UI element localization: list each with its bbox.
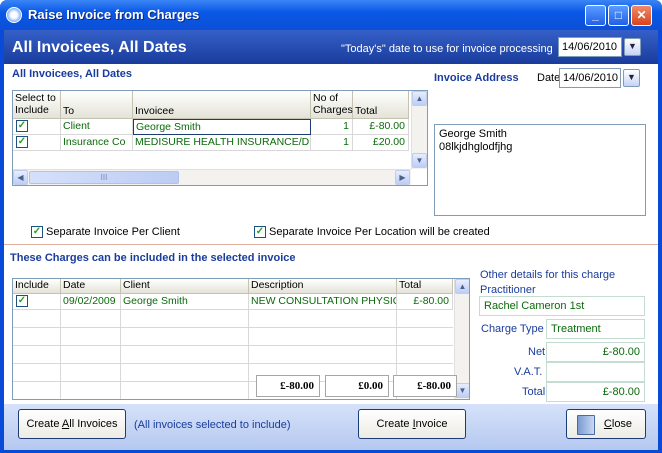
vat-label: V.A.T. bbox=[514, 366, 543, 378]
create-all-invoices-button[interactable]: Create All Invoices bbox=[18, 409, 126, 439]
main-panel: All Invoicees, All Dates Select to Inclu… bbox=[4, 64, 658, 404]
chevron-right-icon: ▶ bbox=[399, 173, 406, 182]
page-title: All Invoicees, All Dates bbox=[12, 39, 187, 56]
section-divider bbox=[4, 244, 658, 245]
total-vat-box: £0.00 bbox=[325, 375, 389, 397]
client-area: All Invoicees, All Dates "Today's" date … bbox=[4, 30, 658, 450]
window-title: Raise Invoice from Charges bbox=[28, 7, 200, 22]
processing-date-dropdown[interactable]: ▼ bbox=[624, 38, 641, 56]
col-total[interactable]: Total bbox=[353, 91, 409, 119]
include-cell: ✓ bbox=[13, 294, 61, 310]
invoice-date-dropdown[interactable]: ▼ bbox=[623, 69, 640, 87]
practitioner-field[interactable]: Rachel Cameron 1st bbox=[479, 296, 645, 316]
include-checkbox[interactable]: ✓ bbox=[16, 136, 28, 148]
scroll-thumb[interactable]: III bbox=[29, 171, 179, 184]
total-cell: £20.00 bbox=[353, 135, 409, 151]
description-cell: NEW CONSULTATION PHYSIO bbox=[249, 294, 397, 310]
scroll-down-button[interactable]: ▼ bbox=[412, 153, 427, 168]
chevron-up-icon: ▲ bbox=[415, 94, 424, 103]
charge-type-field[interactable]: Treatment bbox=[546, 319, 645, 339]
total-gross-box: £-80.00 bbox=[256, 375, 320, 397]
to-cell: Insurance Co bbox=[61, 135, 133, 151]
chevron-down-icon: ▼ bbox=[415, 156, 424, 165]
title-bar[interactable]: Raise Invoice from Charges _ □ ✕ bbox=[0, 0, 662, 30]
col-total[interactable]: Total bbox=[397, 279, 453, 294]
chevron-down-icon: ▼ bbox=[458, 386, 467, 395]
col-invoicee[interactable]: Invoicee bbox=[133, 91, 311, 119]
close-window-button[interactable]: ✕ bbox=[631, 5, 652, 26]
net-label: Net bbox=[528, 346, 546, 358]
window-border-right bbox=[658, 30, 662, 453]
include-checkbox[interactable]: ✓ bbox=[16, 120, 28, 132]
maximize-button[interactable]: □ bbox=[608, 5, 629, 26]
charges-cell: 1 bbox=[311, 135, 353, 151]
window: Raise Invoice from Charges _ □ ✕ All Inv… bbox=[0, 0, 662, 453]
net-field[interactable]: £-80.00 bbox=[546, 342, 645, 362]
total-field[interactable]: £-80.00 bbox=[546, 382, 645, 402]
address-line-1: George Smith bbox=[439, 128, 507, 140]
col-select[interactable]: Select to Include bbox=[13, 91, 61, 119]
invoicees-section-title: All Invoicees, All Dates bbox=[12, 68, 133, 80]
charges-section-title: These Charges can be included in the sel… bbox=[10, 252, 296, 264]
total-cell: £-80.00 bbox=[353, 119, 409, 135]
separate-per-location-label: Separate Invoice Per Location will be cr… bbox=[269, 226, 490, 238]
minimize-button[interactable]: _ bbox=[585, 5, 606, 26]
scroll-up-button[interactable]: ▲ bbox=[412, 91, 427, 106]
separate-per-client-checkbox[interactable]: ✓ bbox=[31, 226, 43, 238]
col-description[interactable]: Description bbox=[249, 279, 397, 294]
close-icon: ✕ bbox=[636, 8, 647, 22]
date-cell: 09/02/2009 bbox=[61, 294, 121, 310]
to-cell: Client bbox=[61, 119, 133, 135]
separate-per-location-checkbox[interactable]: ✓ bbox=[254, 226, 266, 238]
separate-per-client-label: Separate Invoice Per Client bbox=[46, 226, 180, 238]
minimize-icon: _ bbox=[592, 8, 599, 22]
horizontal-scrollbar[interactable]: ◀ III ▶ bbox=[13, 169, 411, 185]
client-cell: George Smith bbox=[121, 294, 249, 310]
close-button[interactable]: Close bbox=[566, 409, 646, 439]
invoicees-grid: Select to Include To Invoicee No of Char… bbox=[12, 90, 428, 186]
processing-date-field[interactable]: 14/06/2010 bbox=[558, 37, 622, 57]
create-all-note: (All invoices selected to include) bbox=[134, 419, 291, 431]
header-bar: All Invoicees, All Dates "Today's" date … bbox=[4, 30, 658, 64]
charges-cell: 1 bbox=[311, 119, 353, 135]
create-invoice-button[interactable]: Create Invoice bbox=[358, 409, 466, 439]
total-label: Total bbox=[522, 386, 546, 398]
invoicee-cell: MEDISURE HEALTH INSURANCE/Dr J bbox=[133, 135, 311, 151]
chevron-down-icon: ▼ bbox=[627, 72, 636, 82]
invoice-address-box[interactable]: George Smith 08lkjdhglodfjhg bbox=[434, 124, 646, 216]
chevron-left-icon: ◀ bbox=[17, 173, 24, 182]
vat-field[interactable] bbox=[546, 362, 645, 382]
total-net-box: £-80.00 bbox=[393, 375, 457, 397]
processing-date-label: "Today's" date to use for invoice proces… bbox=[341, 43, 553, 55]
vertical-scrollbar[interactable]: ▲ ▼ bbox=[411, 91, 427, 169]
col-no-of-charges[interactable]: No of Charges bbox=[311, 91, 353, 119]
chevron-up-icon: ▲ bbox=[458, 282, 467, 291]
chevron-down-icon: ▼ bbox=[628, 41, 637, 51]
maximize-icon: □ bbox=[614, 8, 623, 22]
col-include[interactable]: Include bbox=[13, 279, 61, 294]
col-client[interactable]: Client bbox=[121, 279, 249, 294]
charge-type-label: Charge Type bbox=[481, 323, 544, 335]
col-date[interactable]: Date bbox=[61, 279, 121, 294]
scroll-up-button[interactable]: ▲ bbox=[455, 279, 469, 294]
invoice-address-title: Invoice Address bbox=[434, 72, 519, 84]
include-checkbox[interactable]: ✓ bbox=[16, 295, 28, 307]
total-cell: £-80.00 bbox=[397, 294, 453, 310]
other-details-title: Other details for this charge bbox=[480, 269, 616, 281]
footer-bar: Create All Invoices (All invoices select… bbox=[4, 404, 658, 450]
scroll-left-button[interactable]: ◀ bbox=[13, 170, 28, 185]
select-cell: ✓ bbox=[13, 119, 61, 135]
door-exit-icon bbox=[577, 415, 595, 435]
col-to[interactable]: To bbox=[61, 91, 133, 119]
app-icon bbox=[6, 7, 22, 23]
practitioner-label: Practitioner bbox=[480, 284, 536, 296]
invoice-date-label: Date bbox=[537, 72, 561, 84]
address-line-2: 08lkjdhglodfjhg bbox=[439, 141, 513, 153]
invoice-date-field[interactable]: 14/06/2010 bbox=[559, 68, 621, 88]
scroll-right-button[interactable]: ▶ bbox=[395, 170, 410, 185]
invoicee-cell: George Smith bbox=[133, 119, 311, 135]
select-cell: ✓ bbox=[13, 135, 61, 151]
scroll-down-button[interactable]: ▼ bbox=[455, 383, 469, 398]
